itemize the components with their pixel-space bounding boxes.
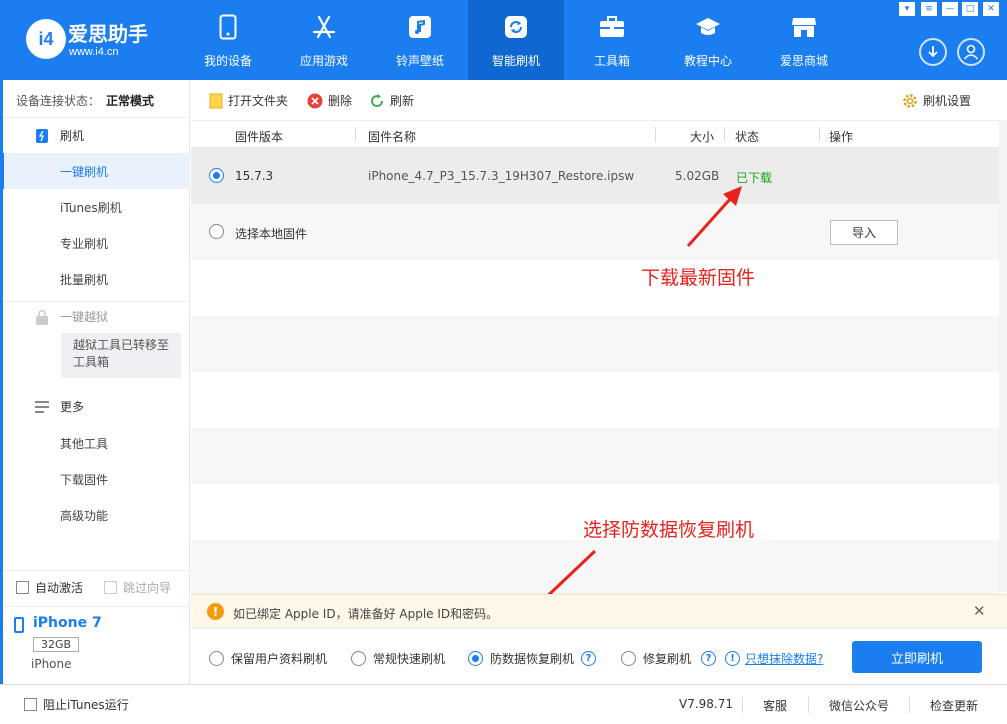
- annotation-select-anti-recovery: 选择防数据恢复刷机: [583, 519, 755, 541]
- radio: [621, 651, 636, 666]
- close-icon[interactable]: ✕: [973, 602, 986, 620]
- annotation-download-latest: 下载最新固件: [641, 267, 756, 289]
- erase-data-link[interactable]: ! 只想抹除数据?: [725, 650, 823, 667]
- info-icon: !: [725, 651, 740, 666]
- divider: [808, 697, 809, 713]
- checkbox-box: [24, 698, 37, 711]
- flash-now-button[interactable]: 立即刷机: [852, 641, 982, 673]
- mode-label: 防数据恢复刷机: [490, 652, 575, 666]
- version-label: V7.98.71: [679, 697, 734, 711]
- help-icon[interactable]: ?: [701, 651, 717, 666]
- mode-anti-recovery[interactable]: 防数据恢复刷机 ?: [468, 650, 597, 667]
- mode-quick[interactable]: 常规快速刷机: [351, 650, 445, 667]
- status-bar: 阻止iTunes运行 V7.98.71 客服 微信公众号 检查更新: [0, 684, 1007, 724]
- wechat-link[interactable]: 微信公众号: [829, 697, 889, 714]
- divider: [742, 697, 743, 713]
- radio: [351, 651, 366, 666]
- erase-link-label: 只想抹除数据?: [745, 652, 824, 666]
- apple-id-notice: ! 如已绑定 Apple ID，请准备好 Apple ID和密码。 ✕: [191, 594, 1007, 628]
- support-link[interactable]: 客服: [763, 697, 787, 714]
- help-icon[interactable]: ?: [581, 651, 597, 666]
- block-itunes-label: 阻止iTunes运行: [43, 698, 129, 712]
- mode-label: 常规快速刷机: [373, 652, 446, 666]
- block-itunes-checkbox[interactable]: 阻止iTunes运行: [24, 696, 129, 713]
- warning-icon: !: [207, 603, 224, 620]
- radio: [468, 651, 483, 666]
- arrow-to-status: [686, 196, 733, 248]
- divider: [909, 697, 910, 713]
- check-update-link[interactable]: 检查更新: [930, 697, 978, 714]
- flash-mode-bar: 保留用户资料刷机 常规快速刷机 防数据恢复刷机 ? 修复刷机 ? ! 只想抹除数…: [191, 628, 1007, 684]
- notice-text: 如已绑定 Apple ID，请准备好 Apple ID和密码。: [233, 607, 499, 621]
- mode-label: 修复刷机: [643, 652, 692, 666]
- mode-keep-data[interactable]: 保留用户资料刷机: [209, 650, 327, 667]
- radio: [209, 651, 224, 666]
- mode-label: 保留用户资料刷机: [231, 652, 328, 666]
- mode-repair[interactable]: 修复刷机 ?: [621, 650, 717, 667]
